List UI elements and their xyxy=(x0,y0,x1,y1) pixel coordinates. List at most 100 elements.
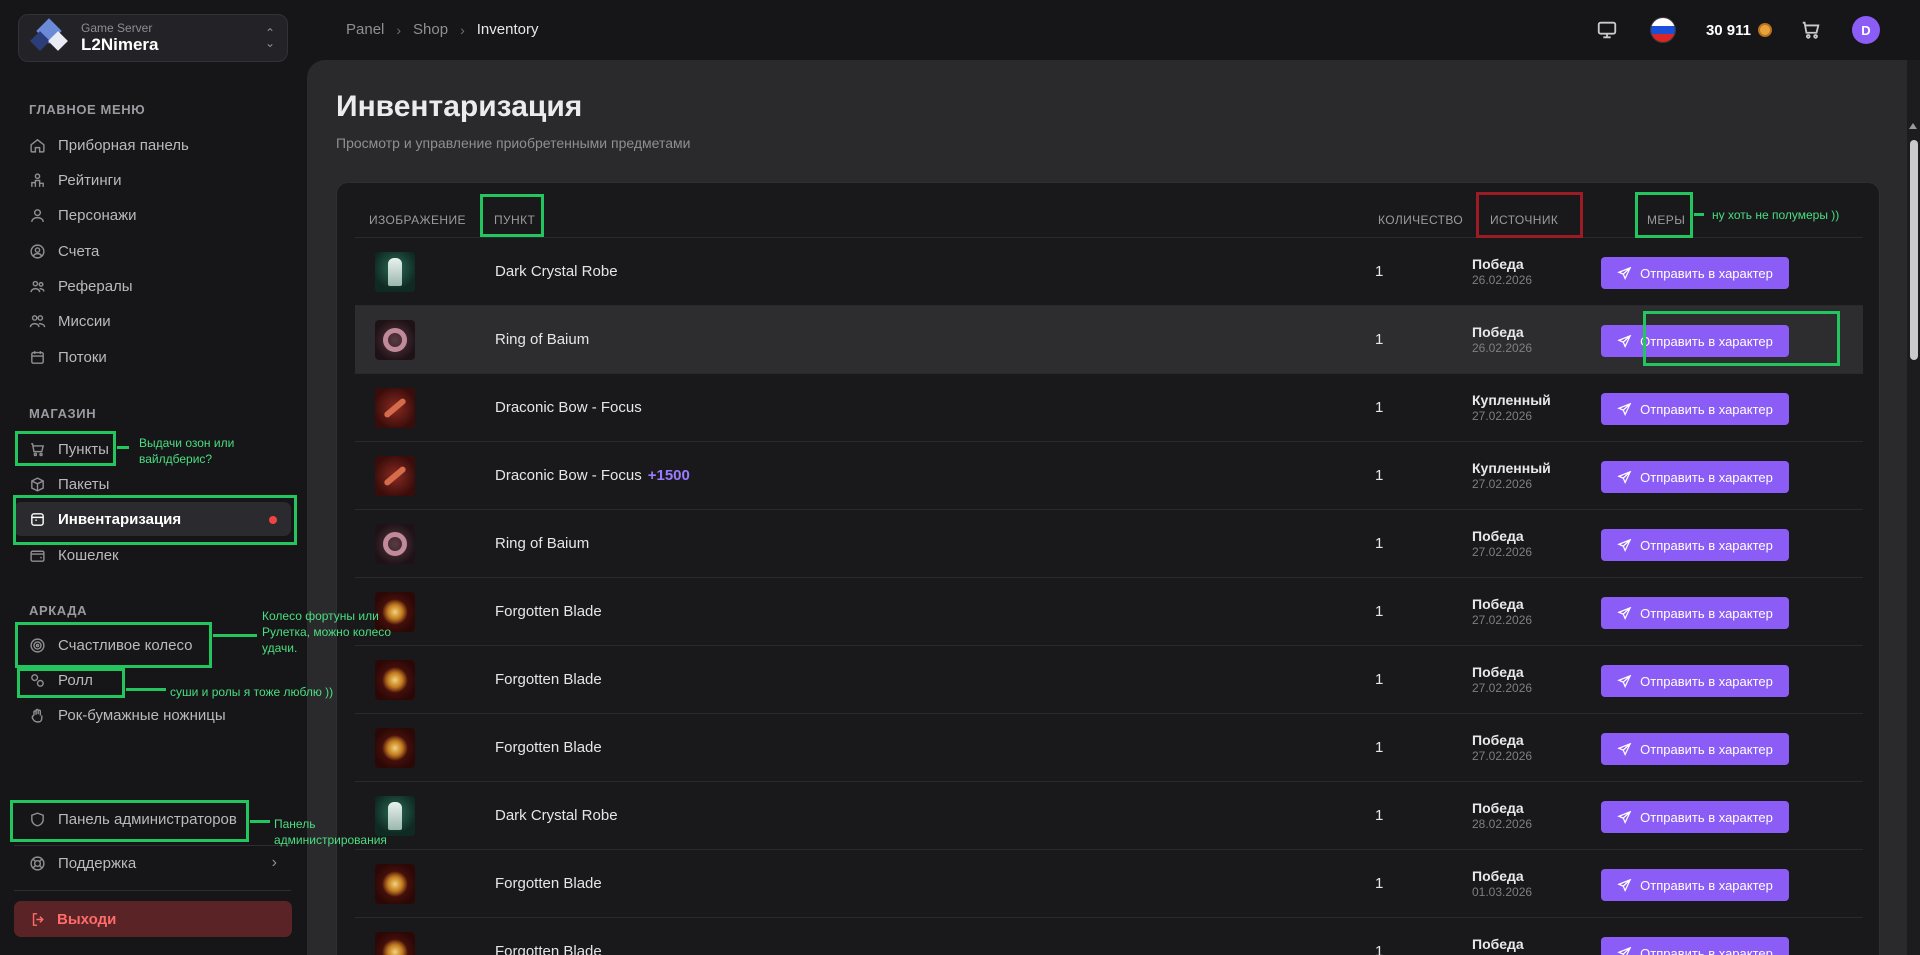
breadcrumb-shop[interactable]: Shop xyxy=(413,21,448,38)
logout-label: Выходи xyxy=(57,910,117,928)
send-to-character-button[interactable]: Отправить в характер xyxy=(1601,461,1789,493)
logout-button[interactable]: Выходи xyxy=(14,901,292,937)
home-icon xyxy=(28,136,46,154)
header-item: ПУНКТ xyxy=(494,213,536,227)
nav-item-wallet[interactable]: Кошелек xyxy=(14,538,291,572)
item-image xyxy=(375,524,415,564)
topbar-actions: 30 911 D xyxy=(1568,14,1880,46)
send-button-label: Отправить в характер xyxy=(1640,673,1773,689)
annotation-line xyxy=(117,446,129,449)
nav-item-referrals[interactable]: Рефералы xyxy=(14,269,291,303)
send-to-character-button[interactable]: Отправить в характер xyxy=(1601,393,1789,425)
item-enchant: +1500 xyxy=(647,467,690,484)
nav-item-streams[interactable]: Потоки xyxy=(14,340,291,374)
item-image xyxy=(375,728,415,768)
send-button-label: Отправить в характер xyxy=(1640,333,1773,349)
table-row: Forgotten Blade 1 Победа 27.02.2026 Отправит… xyxy=(355,645,1863,713)
send-to-character-button[interactable]: Отправить в характер xyxy=(1601,733,1789,765)
item-name-cell: Draconic Bow - Focus +1500 xyxy=(495,467,690,484)
nav-item-inventory[interactable]: Инвентаризация xyxy=(14,502,291,536)
item-source: Победа xyxy=(1472,528,1524,544)
shield-icon xyxy=(28,810,46,828)
table-row: Ring of Baium 1 Победа 27.02.2026 Отправить … xyxy=(355,509,1863,577)
annotation-points: Выдачи озон или вайлдберис? xyxy=(139,436,235,466)
server-name: L2Nimera xyxy=(81,35,159,54)
send-icon xyxy=(1617,538,1632,552)
sidebar: Game Server L2Nimera ⌃ ⌄ ГЛАВНОЕ МЕНЮ При… xyxy=(0,0,305,955)
monitor-icon[interactable] xyxy=(1596,19,1618,41)
item-image xyxy=(375,864,415,904)
cart-icon[interactable] xyxy=(1800,19,1822,41)
nav-item-accounts[interactable]: Счета xyxy=(14,234,291,268)
send-to-character-button[interactable]: Отправить в характер xyxy=(1601,597,1789,629)
item-source: Победа xyxy=(1472,664,1524,680)
cart-icon xyxy=(28,440,46,458)
nav-item-ratings[interactable]: Рейтинги xyxy=(14,163,291,197)
send-to-character-button[interactable]: Отправить в характер xyxy=(1601,257,1789,289)
nav-item-dashboard[interactable]: Приборная панель xyxy=(14,128,291,162)
nav-item-rock-paper-scissors[interactable]: Рок-бумажные ножницы xyxy=(14,698,291,732)
send-icon xyxy=(1617,402,1632,416)
item-name-cell: Ring of Baium xyxy=(495,535,595,552)
avatar[interactable]: D xyxy=(1852,16,1880,44)
item-image xyxy=(375,660,415,700)
item-name: Forgotten Blade xyxy=(495,875,602,892)
table-row: Dark Crystal Robe 1 Победа 26.02.2026 Отправ… xyxy=(355,237,1863,305)
nav-item-label: Счета xyxy=(58,242,100,260)
nav-item-support[interactable]: Поддержка › xyxy=(14,846,291,880)
nav-item-packages[interactable]: Пакеты xyxy=(14,467,291,501)
header-quantity: КОЛИЧЕСТВО xyxy=(1378,213,1464,227)
nav-item-label: Потоки xyxy=(58,348,107,366)
send-icon xyxy=(1617,946,1632,955)
item-source-cell: Победа 27.02.2026 xyxy=(1472,664,1532,696)
item-source: Победа xyxy=(1472,936,1524,952)
nav-item-missions[interactable]: Миссии xyxy=(14,304,291,338)
item-quantity: 1 xyxy=(1375,943,1384,955)
nav-item-label: Ролл xyxy=(58,671,93,689)
send-to-character-button[interactable]: Отправить в характер xyxy=(1601,869,1789,901)
item-image xyxy=(375,932,415,955)
main-panel: Инвентаризация Просмотр и управление при… xyxy=(307,60,1907,955)
balance: 30 911 xyxy=(1706,22,1772,39)
annotation-wheel: Колесо фортуны или Рулетка, можно колесо… xyxy=(262,609,392,655)
item-date: 01.03.2026 xyxy=(1472,885,1533,899)
table-row: Forgotten Blade 1 Победа 27.02.2026 Отправит… xyxy=(355,713,1863,781)
scroll-up-arrow-icon[interactable] xyxy=(1909,123,1917,129)
server-selector[interactable]: Game Server L2Nimera ⌃ ⌄ xyxy=(18,14,288,62)
send-to-character-button[interactable]: Отправить в характер xyxy=(1601,325,1789,357)
item-source-cell: Победа 28.02.2026 xyxy=(1472,800,1532,832)
table-row: Forgotten Blade 1 Победа 27.02.2026 Отправит… xyxy=(355,577,1863,645)
item-source-cell: Победа 27.02.2026 xyxy=(1472,732,1532,764)
page-scrollbar[interactable] xyxy=(1907,60,1920,955)
nav-item-admin-panel[interactable]: Панель администраторов xyxy=(14,802,291,836)
item-quantity: 1 xyxy=(1375,671,1384,688)
send-to-character-button[interactable]: Отправить в характер xyxy=(1601,801,1789,833)
item-quantity: 1 xyxy=(1375,331,1384,348)
item-source-cell: Купленный 27.02.2026 xyxy=(1472,392,1551,424)
send-to-character-button[interactable]: Отправить в характер xyxy=(1601,937,1789,955)
nav-item-characters[interactable]: Персонажи xyxy=(14,198,291,232)
balance-value: 30 911 xyxy=(1705,21,1751,39)
wallet-icon xyxy=(28,546,46,564)
item-date: 27.02.2026 xyxy=(1472,613,1533,627)
item-name: Forgotten Blade xyxy=(495,671,602,688)
send-to-character-button[interactable]: Отправить в характер xyxy=(1601,529,1789,561)
send-icon xyxy=(1617,470,1632,484)
nav-item-label: Кошелек xyxy=(58,546,119,564)
item-name-cell: Forgotten Blade xyxy=(495,875,608,892)
annotation-admin: Панель администрирования xyxy=(274,817,387,847)
item-source-cell: Победа 26.02.2026 xyxy=(1472,256,1532,288)
send-to-character-button[interactable]: Отправить в характер xyxy=(1601,665,1789,697)
item-image xyxy=(375,252,415,292)
annotation-roll: суши и ролы я тоже люблю )) xyxy=(170,685,334,699)
chevron-right-icon: › xyxy=(460,21,465,38)
language-flag-icon[interactable] xyxy=(1649,17,1676,43)
breadcrumb-panel[interactable]: Panel xyxy=(346,21,384,38)
scrollbar-thumb[interactable] xyxy=(1910,140,1918,360)
nav-item-label: Миссии xyxy=(58,312,111,330)
item-source: Купленный xyxy=(1472,460,1551,476)
package-icon xyxy=(28,475,46,493)
send-button-label: Отправить в характер xyxy=(1640,945,1773,955)
table-row: Forgotten Blade 1 Победа 01.03.2026 Отправит… xyxy=(355,849,1863,917)
header-image: ИЗОБРАЖЕНИЕ xyxy=(369,213,466,227)
